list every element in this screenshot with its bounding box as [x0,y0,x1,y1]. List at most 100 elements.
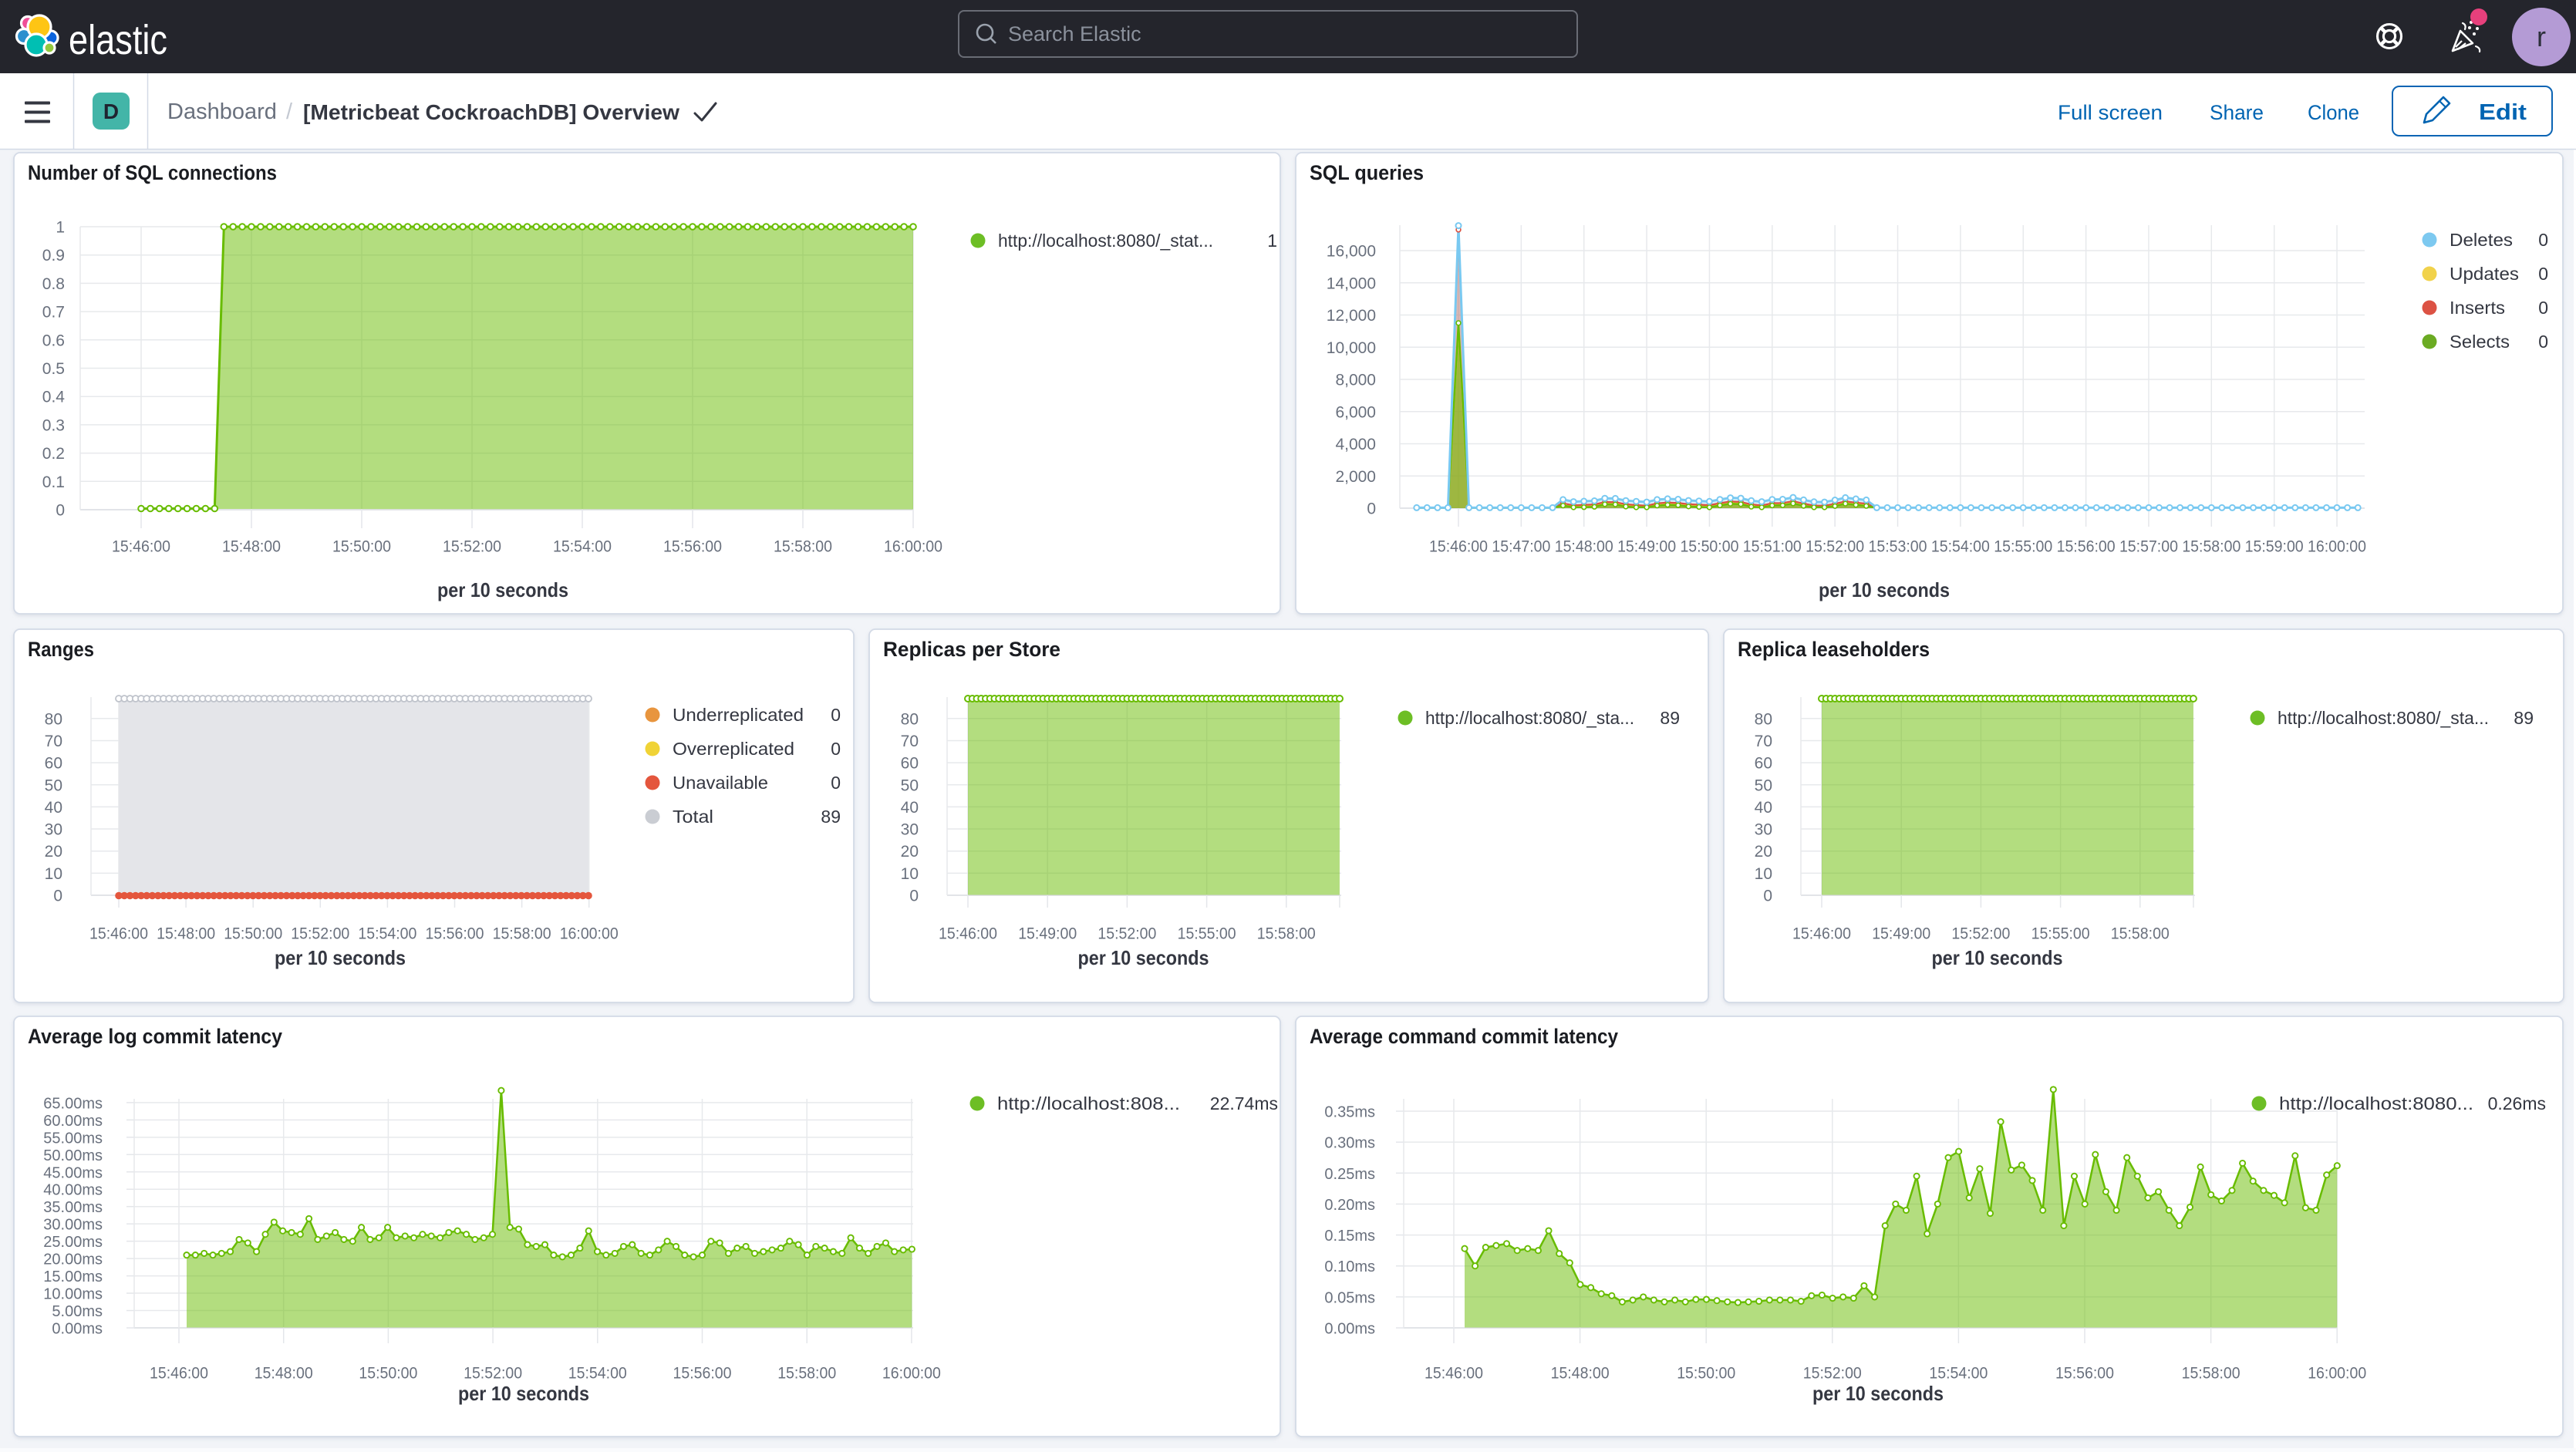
svg-text:Unavailable: Unavailable [673,773,768,793]
svg-text:15:58:00: 15:58:00 [493,925,551,943]
svg-text:Underreplicated: Underreplicated [673,705,804,725]
svg-text:70: 70 [1755,733,1772,750]
svg-text:1: 1 [1267,231,1277,251]
svg-text:0.2: 0.2 [42,445,65,463]
svg-text:15:58:00: 15:58:00 [774,538,832,556]
svg-text:r: r [2537,21,2546,52]
svg-text:Full screen: Full screen [2058,101,2163,124]
svg-text:0.3: 0.3 [42,416,65,434]
svg-text:15:59:00: 15:59:00 [2245,538,2304,556]
svg-text:Selects: Selects [2450,332,2510,352]
svg-text:50: 50 [45,777,62,794]
svg-text:50: 50 [1755,777,1772,794]
svg-text:10: 10 [45,865,62,883]
svg-text:http://localhost:8080/_stat...: http://localhost:8080/_stat... [998,231,1213,251]
svg-text:15:52:00: 15:52:00 [291,925,349,943]
svg-text:15:56:00: 15:56:00 [663,538,722,556]
svg-text:0: 0 [2538,332,2548,352]
svg-text:elastic: elastic [69,17,167,63]
svg-text:30: 30 [45,821,62,839]
svg-text:15:47:00: 15:47:00 [1492,538,1550,556]
svg-text:22.74ms: 22.74ms [1210,1093,1278,1113]
svg-text:15:52:00: 15:52:00 [443,538,501,556]
svg-text:15:52:00: 15:52:00 [1806,538,1864,556]
svg-text:65.00ms: 65.00ms [43,1095,103,1112]
svg-text:55.00ms: 55.00ms [43,1130,103,1147]
svg-text:15:55:00: 15:55:00 [1994,538,2052,556]
svg-text:0: 0 [831,773,841,793]
svg-text:15:57:00: 15:57:00 [2119,538,2178,556]
svg-text:per 10 seconds: per 10 seconds [1812,1382,1944,1405]
svg-text:89: 89 [2514,708,2534,728]
svg-text:Number of SQL connections: Number of SQL connections [28,161,277,184]
svg-text:0.6: 0.6 [42,332,65,349]
svg-text:http://localhost:8080/_sta...: http://localhost:8080/_sta... [1425,708,1634,728]
svg-text:0.9: 0.9 [42,247,65,264]
svg-text:15:50:00: 15:50:00 [332,538,391,556]
svg-text:10: 10 [1755,865,1772,883]
svg-text:0.5: 0.5 [42,360,65,378]
svg-text:15:48:00: 15:48:00 [1551,1365,1610,1383]
svg-text:0: 0 [2538,264,2548,284]
svg-text:per 10 seconds: per 10 seconds [437,578,568,601]
svg-text:60: 60 [45,755,62,773]
svg-text:40: 40 [45,799,62,817]
svg-text:15:49:00: 15:49:00 [1617,538,1676,556]
svg-text:16:00:00: 16:00:00 [2308,538,2366,556]
svg-text:0: 0 [1763,888,1772,905]
svg-text:10: 10 [901,865,919,883]
svg-text:15:46:00: 15:46:00 [1429,538,1488,556]
svg-text:Search Elastic: Search Elastic [1008,22,1141,45]
svg-text:15:56:00: 15:56:00 [2055,1365,2114,1383]
svg-text:45.00ms: 45.00ms [43,1164,103,1181]
svg-text:15:53:00: 15:53:00 [1869,538,1927,556]
svg-text:15:48:00: 15:48:00 [255,1365,313,1383]
svg-text:15:49:00: 15:49:00 [1018,925,1077,943]
svg-text:12,000: 12,000 [1327,307,1376,325]
svg-text:/: / [286,99,293,124]
svg-text:0: 0 [2538,298,2548,318]
svg-text:20: 20 [1755,843,1772,861]
svg-text:15:46:00: 15:46:00 [939,925,997,943]
svg-text:20.00ms: 20.00ms [43,1252,103,1268]
svg-text:0.25ms: 0.25ms [1324,1166,1375,1183]
svg-text:16:00:00: 16:00:00 [882,1365,941,1383]
svg-text:80: 80 [45,710,62,728]
svg-text:Updates: Updates [2450,264,2519,284]
svg-text:0: 0 [909,888,919,905]
svg-text:15:58:00: 15:58:00 [777,1365,836,1383]
svg-text:0.05ms: 0.05ms [1324,1289,1375,1306]
svg-text:16:00:00: 16:00:00 [884,538,942,556]
svg-text:60: 60 [1755,755,1772,773]
svg-text:15:50:00: 15:50:00 [1677,1365,1735,1383]
svg-text:14,000: 14,000 [1327,275,1376,292]
svg-text:15:58:00: 15:58:00 [2182,1365,2241,1383]
svg-text:15:56:00: 15:56:00 [426,925,484,943]
svg-text:0: 0 [1367,500,1376,518]
svg-text:30: 30 [1755,821,1772,839]
svg-text:20: 20 [901,843,919,861]
svg-text:Total: Total [673,807,713,827]
svg-text:0: 0 [56,502,65,520]
svg-text:0: 0 [831,705,841,725]
svg-text:Overreplicated: Overreplicated [673,739,794,759]
svg-text:60.00ms: 60.00ms [43,1113,103,1130]
svg-text:15:52:00: 15:52:00 [1951,925,2010,943]
svg-text:50: 50 [901,777,919,794]
svg-text:70: 70 [45,733,62,750]
svg-text:Average command commit latency: Average command commit latency [1310,1025,1618,1048]
svg-text:Replicas per Store: Replicas per Store [883,638,1060,661]
svg-text:35.00ms: 35.00ms [43,1199,103,1216]
svg-text:15:56:00: 15:56:00 [673,1365,732,1383]
svg-text:15:55:00: 15:55:00 [2031,925,2090,943]
svg-text:15:54:00: 15:54:00 [358,925,416,943]
svg-text:Replica leaseholders: Replica leaseholders [1738,638,1930,661]
svg-text:0.4: 0.4 [42,389,66,406]
svg-text:25.00ms: 25.00ms [43,1234,103,1251]
svg-text:0.30ms: 0.30ms [1324,1135,1375,1152]
svg-text:15:54:00: 15:54:00 [1929,1365,1988,1383]
svg-text:per 10 seconds: per 10 seconds [458,1382,589,1405]
svg-text:15:46:00: 15:46:00 [150,1365,208,1383]
svg-text:10,000: 10,000 [1327,339,1376,357]
svg-text:0.7: 0.7 [42,304,65,322]
